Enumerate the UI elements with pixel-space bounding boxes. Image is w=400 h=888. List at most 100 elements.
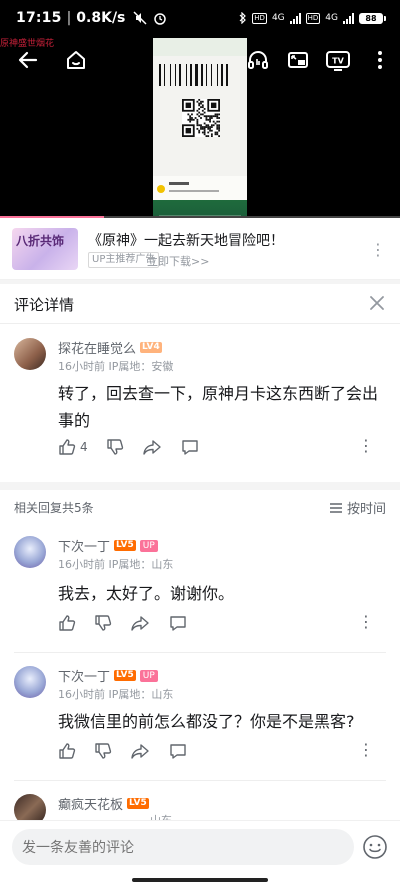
reply-text: 我去，太好了。谢谢你。: [58, 584, 235, 603]
tv-cast-icon: TV: [326, 51, 350, 71]
comment-icon: [181, 440, 198, 455]
dislike-button[interactable]: [106, 438, 124, 456]
sort-button[interactable]: 按时间: [329, 498, 386, 517]
sort-icon: [329, 502, 342, 513]
reply-more-button[interactable]: ⋮: [358, 612, 374, 631]
replies-header: 相关回复共5条 按时间: [0, 490, 400, 522]
alarm-icon: [154, 13, 167, 25]
reply-time: 16小时前: [58, 558, 105, 571]
main-comment: 探花在睡觉么 LV4 16小时前 IP属地：安徽 转了，回去查一下，原神月卡这东…: [0, 324, 400, 490]
bluetooth-icon: [239, 12, 247, 24]
comment-more-button[interactable]: ⋮: [358, 436, 374, 455]
share-icon: [131, 616, 149, 631]
reply-item: 下次一丁 LV5 UP 16小时前 IP属地：山东 我微信里的前怎么都没了？你是…: [0, 656, 400, 780]
hd-badge: HD: [252, 12, 267, 24]
more-options-button[interactable]: [366, 46, 394, 74]
dislike-button[interactable]: [94, 614, 112, 632]
dislike-icon: [95, 743, 112, 759]
network-type-2: 4G: [325, 13, 338, 23]
reply-text: 我微信里的前怎么都没了？你是不是黑客?: [58, 712, 355, 731]
reply-divider: [14, 780, 386, 781]
avatar[interactable]: [14, 536, 46, 568]
comment-text: 转了，回去查一下，原神月卡这东西断了会出事的: [58, 384, 379, 430]
like-button[interactable]: [58, 614, 76, 632]
dislike-icon: [95, 615, 112, 631]
home-button[interactable]: [62, 46, 90, 74]
qr-code-image: [182, 99, 220, 137]
avatar[interactable]: [14, 666, 46, 698]
reply-divider: [14, 652, 386, 653]
headphone-icon: [248, 51, 268, 69]
comment-detail-header: 评论详情: [0, 284, 400, 324]
like-icon: [59, 439, 76, 455]
reply-button[interactable]: [168, 614, 188, 632]
signal-icon-2: [343, 12, 354, 24]
comment-ip: IP属地：安徽: [108, 360, 174, 373]
battery-level: 88: [359, 12, 383, 24]
video-progress-bar[interactable]: [0, 216, 400, 218]
video-progress-fill: [0, 216, 104, 218]
reply-button[interactable]: [180, 438, 200, 456]
share-icon: [142, 440, 161, 455]
ad-title[interactable]: 《原神》一起去新天地冒险吧！: [88, 230, 284, 250]
more-vertical-icon: [378, 51, 382, 69]
level-badge: LV4: [140, 342, 162, 353]
pip-button[interactable]: [284, 46, 312, 74]
dislike-button[interactable]: [94, 742, 112, 760]
level-badge: LV5: [114, 670, 136, 681]
battery-icon: 88: [359, 12, 386, 24]
share-button[interactable]: [130, 742, 150, 760]
reply-ip: IP属地：山东: [108, 558, 174, 571]
share-button[interactable]: [130, 614, 150, 632]
share-icon: [131, 744, 149, 759]
section-divider: [0, 482, 400, 490]
reply-username[interactable]: 癫疯天花板: [58, 794, 123, 813]
ad-more-button[interactable]: ⋮: [370, 240, 386, 259]
sort-label: 按时间: [346, 502, 386, 517]
reply-username[interactable]: 下次一丁: [58, 666, 110, 685]
emoji-icon[interactable]: [362, 834, 388, 860]
comment-icon: [170, 744, 186, 759]
dislike-icon: [106, 439, 123, 455]
comment-username[interactable]: 探花在睡觉么: [58, 338, 136, 357]
reply-more-button[interactable]: ⋮: [358, 740, 374, 759]
svg-text:TV: TV: [332, 57, 344, 66]
sheet-title: 评论详情: [14, 296, 75, 314]
status-time: 17:15: [16, 10, 62, 26]
avatar[interactable]: [14, 794, 46, 820]
level-badge: LV5: [114, 540, 136, 551]
mute-icon: [133, 11, 147, 25]
like-button[interactable]: [58, 742, 76, 760]
player-controls: TV: [0, 40, 400, 80]
comment-input[interactable]: [12, 829, 354, 865]
tv-cast-button[interactable]: TV: [324, 46, 352, 74]
share-button[interactable]: [142, 438, 162, 456]
home-indicator[interactable]: [132, 878, 268, 882]
reply-item: 下次一丁 LV5 UP 16小时前 IP属地：山东 我去，太好了。谢谢你。 ⋮: [0, 524, 400, 652]
ad-banner[interactable]: 八折共饰 《原神》一起去新天地冒险吧！ UP主推荐广告 立即下载>> ⋮: [0, 218, 400, 280]
like-icon: [59, 743, 76, 759]
comment-time: 16小时前: [58, 360, 105, 373]
level-badge: LV5: [127, 798, 149, 809]
reply-item: 癫疯天花板 LV5 山东: [0, 784, 400, 820]
reply-count: 相关回复共5条: [14, 501, 94, 515]
audio-mode-button[interactable]: [244, 46, 272, 74]
up-badge: UP: [139, 539, 158, 552]
ad-thumb-text: 八折共饰: [16, 234, 65, 248]
avatar[interactable]: [14, 338, 46, 370]
close-icon[interactable]: [366, 292, 388, 314]
reply-username[interactable]: 下次一丁: [58, 536, 110, 555]
reply-time: 16小时前: [58, 688, 105, 701]
network-type: 4G: [271, 13, 285, 23]
pip-icon: [288, 52, 308, 68]
like-icon: [59, 615, 76, 631]
back-icon: [18, 51, 38, 69]
status-bar: 17:15 | 0.8K/s HD 4G HD 4G 88: [0, 0, 400, 36]
reply-button[interactable]: [168, 742, 188, 760]
reply-ip: IP属地：山东: [108, 688, 174, 701]
like-button[interactable]: 4: [58, 438, 88, 456]
signal-icon: [289, 12, 301, 24]
home-icon: [67, 51, 85, 69]
ad-download-link[interactable]: 立即下载>>: [147, 253, 209, 269]
back-button[interactable]: [14, 46, 42, 74]
